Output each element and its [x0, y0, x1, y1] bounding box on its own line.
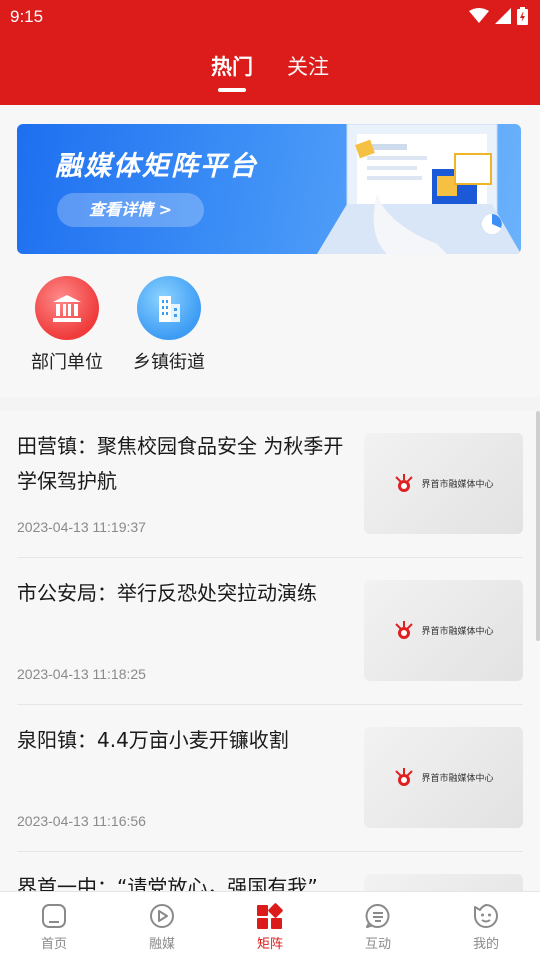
nav-label: 融媒 [148, 937, 175, 952]
building-institution-icon [35, 276, 99, 340]
tab-follow[interactable]: 关注 [287, 52, 329, 92]
news-time: 2023-04-13 11:19:37 [17, 519, 146, 535]
shortcut-entries: 部门单位 乡镇街道 [28, 276, 208, 374]
promo-banner[interactable]: 融媒体矩阵平台 查看详情 > [17, 124, 521, 254]
media-center-logo-icon [395, 620, 414, 639]
top-tab-bar: 热门 关注 [0, 52, 540, 92]
news-title: 市公安局：举行反恐处突拉动演练 [17, 581, 317, 605]
city-buildings-icon [137, 276, 201, 340]
news-item[interactable]: 泉阳镇：4.4万亩小麦开镰收割 2023-04-13 11:16:56 界首市融… [17, 705, 523, 852]
status-time: 9:15 [10, 7, 44, 26]
thumbnail-caption: 界首市融媒体中心 [421, 480, 494, 490]
entry-label: 乡镇街道 [133, 352, 205, 373]
news-title: 田营镇：聚焦校园食品安全 为秋季开学保驾护航 [17, 434, 344, 493]
news-thumbnail: 界首市融媒体中心 [364, 727, 523, 828]
scrollbar[interactable] [536, 411, 540, 641]
wifi-icon [469, 8, 489, 23]
nav-label: 矩阵 [256, 937, 283, 952]
nav-matrix[interactable]: 矩阵 [216, 892, 324, 960]
nav-label: 首页 [40, 937, 67, 952]
news-title: 界首一中：“请党放心，强国有我” [17, 875, 318, 891]
news-title: 泉阳镇：4.4万亩小麦开镰收割 [17, 728, 289, 752]
nav-label: 我的 [472, 937, 499, 952]
media-center-logo-icon [395, 473, 414, 492]
system-icons [469, 7, 528, 25]
nav-label: 互动 [364, 937, 391, 952]
news-time: 2023-04-13 11:16:56 [17, 813, 146, 829]
battery-icon [517, 7, 528, 25]
entry-towns-streets[interactable]: 乡镇街道 [130, 276, 208, 374]
thumbnail-caption: 界首市融媒体中心 [421, 627, 494, 637]
matrix-grid-icon [257, 903, 283, 929]
chat-icon [365, 903, 390, 928]
home-icon [42, 904, 66, 928]
nav-home[interactable]: 首页 [0, 892, 108, 960]
app-header: 9:15 热门 关注 [0, 0, 540, 105]
nav-media[interactable]: 融媒 [108, 892, 216, 960]
tab-hot[interactable]: 热门 [211, 52, 253, 92]
news-item[interactable]: 田营镇：聚焦校园食品安全 为秋季开学保驾护航 2023-04-13 11:19:… [17, 411, 523, 558]
profile-face-icon [474, 904, 498, 928]
top-panel: 融媒体矩阵平台 查看详情 > 部门单位 乡镇街道 [0, 105, 540, 397]
entry-departments[interactable]: 部门单位 [28, 276, 106, 374]
signal-icon [495, 8, 511, 24]
thumbnail-caption: 界首市融媒体中心 [421, 774, 494, 784]
entry-label: 部门单位 [31, 352, 103, 373]
news-list: 田营镇：聚焦校园食品安全 为秋季开学保驾护航 2023-04-13 11:19:… [0, 411, 540, 891]
bottom-nav: 首页 融媒 矩阵 互动 我的 [0, 891, 540, 960]
nav-interact[interactable]: 互动 [324, 892, 432, 960]
news-item[interactable]: 界首一中：“请党放心，强国有我” [17, 852, 523, 891]
view-details-button[interactable]: 查看详情 > [57, 193, 204, 227]
news-item[interactable]: 市公安局：举行反恐处突拉动演练 2023-04-13 11:18:25 界首市融… [17, 558, 523, 705]
media-center-logo-icon [395, 767, 414, 786]
news-time: 2023-04-13 11:18:25 [17, 666, 146, 682]
news-thumbnail: 界首市融媒体中心 [364, 580, 523, 681]
laptop-documents-illustration [317, 124, 521, 254]
news-thumbnail: 界首市融媒体中心 [364, 433, 523, 534]
news-thumbnail [364, 874, 523, 891]
status-bar: 9:15 [0, 0, 540, 34]
banner-title: 融媒体矩阵平台 [55, 151, 258, 182]
play-icon [150, 904, 174, 928]
nav-mine[interactable]: 我的 [432, 892, 540, 960]
